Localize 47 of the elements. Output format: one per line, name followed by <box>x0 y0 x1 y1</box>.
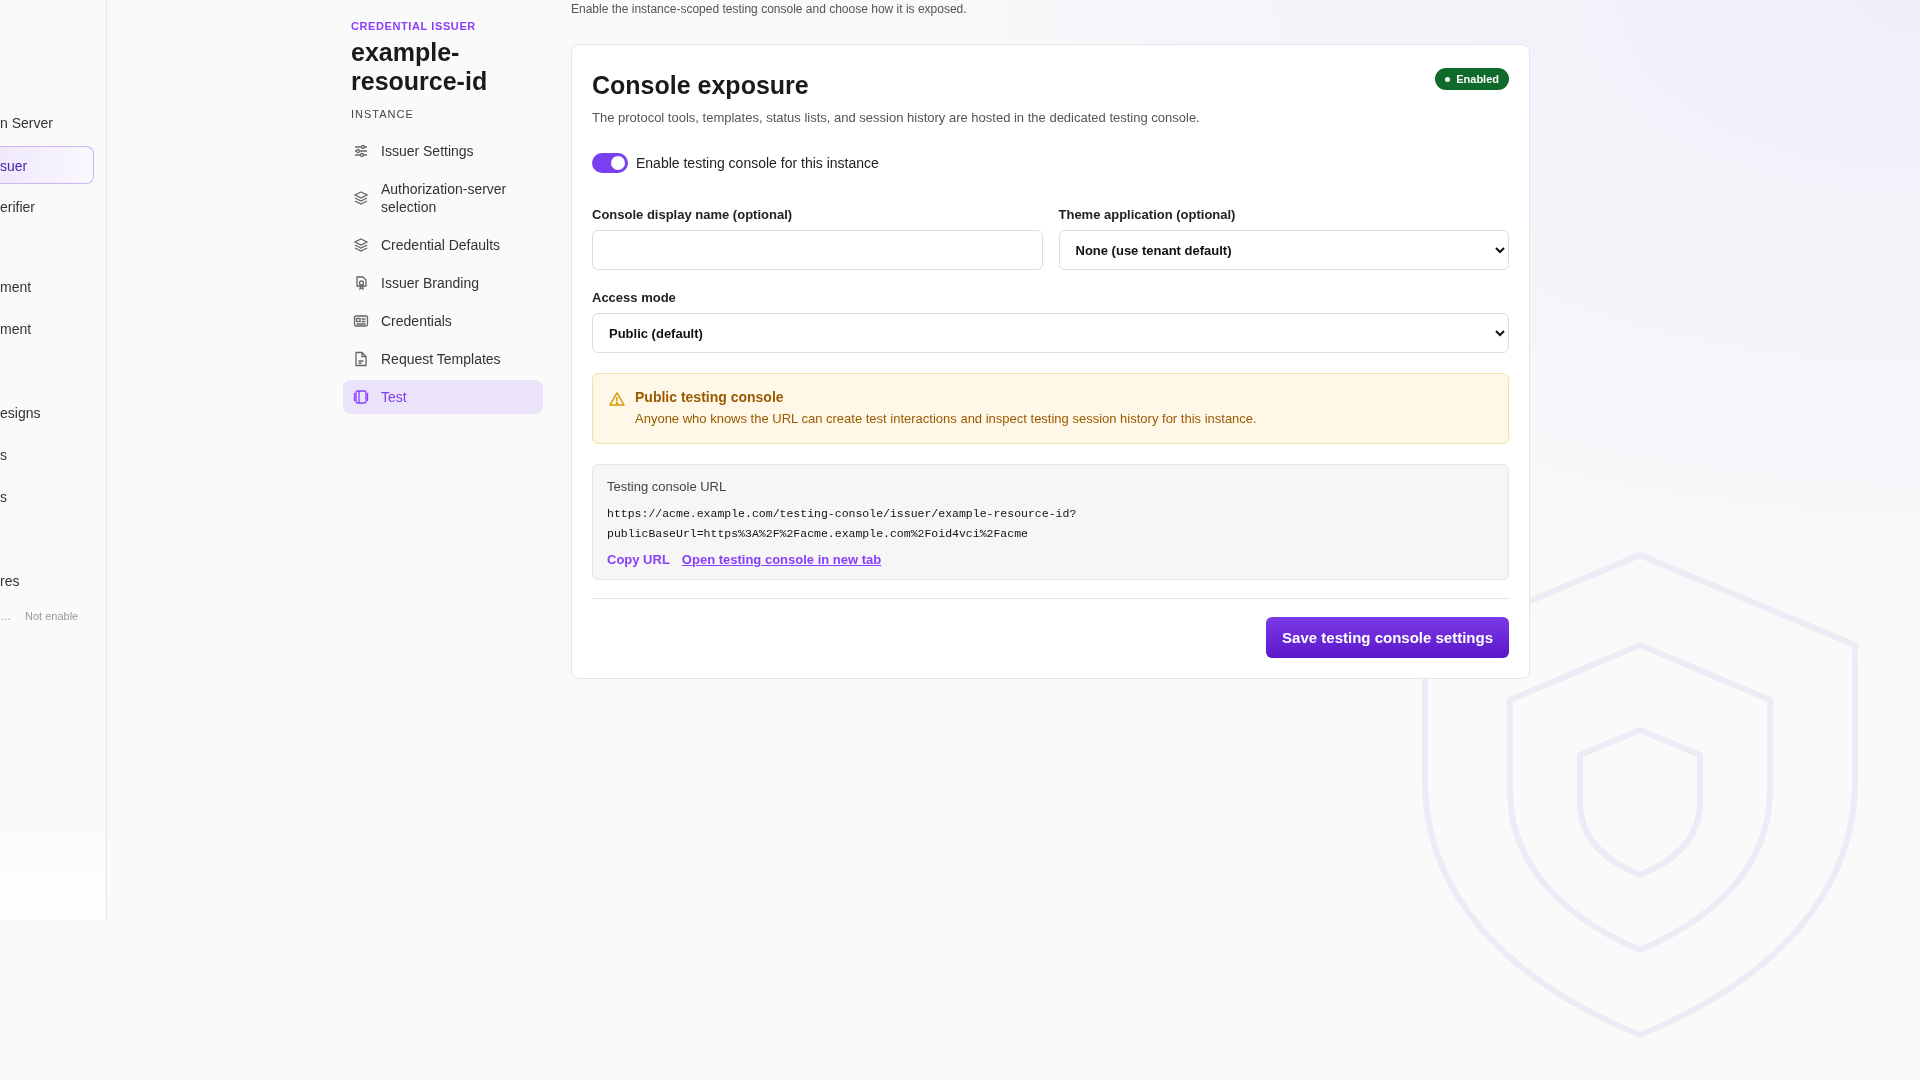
document-icon <box>353 351 369 367</box>
sidebar-item[interactable]: res <box>0 568 106 594</box>
input-field[interactable] <box>592 230 1043 270</box>
sidebar-item[interactable]: ment <box>0 316 106 342</box>
layers-icon <box>353 190 369 206</box>
open-link[interactable]: Open testing console in new tab <box>681 552 882 567</box>
field-label: Console display name (optional) <box>592 207 794 222</box>
layers-icon <box>353 237 369 253</box>
sidebar-item[interactable]: n Server <box>0 110 106 136</box>
badge-icon <box>353 275 369 291</box>
id-card-icon <box>353 313 369 329</box>
status-text: Not enable <box>25 610 79 622</box>
section-label: INSTANCE <box>350 108 415 120</box>
alert-message: Anyone who knows the URL can create test interactions and inspect testing session history for this instance. <box>635 411 1257 426</box>
nav-item[interactable]: Test <box>343 380 543 414</box>
page-subtitle: Enable the instance-scoped testing console and choose how it is exposed. <box>571 2 968 16</box>
field-label: Access mode <box>592 290 677 305</box>
sidebar-item[interactable]: esigns <box>0 400 106 426</box>
copy-link[interactable]: Copy URL <box>607 552 670 567</box>
warning-icon <box>609 391 625 407</box>
section-eyebrow: CREDENTIAL ISSUER <box>350 20 477 32</box>
sidebar-item[interactable]: s <box>0 442 106 468</box>
save-button[interactable]: Save testing console settings <box>1266 617 1509 658</box>
toggle-label: Enable testing console for this instance <box>636 155 879 171</box>
nav-item[interactable]: Issuer Settings <box>343 134 543 168</box>
toggle-switch[interactable] <box>592 153 628 173</box>
nav-item[interactable]: Authorization-server selection <box>343 172 543 224</box>
sidebar-item[interactable]: erifier <box>0 194 106 220</box>
nav-item[interactable]: Credential Defaults <box>343 228 543 262</box>
sidebar-item[interactable]: ment <box>0 274 106 300</box>
select-field[interactable]: Public (default) <box>592 313 1509 353</box>
nav-item[interactable]: Credentials <box>343 304 543 338</box>
status-badge: Enabled <box>1435 68 1509 90</box>
select-field[interactable]: None (use tenant default) <box>1058 230 1509 270</box>
nav-item[interactable]: Request Templates <box>343 342 543 376</box>
url-text: https://acme.example.com/testing-console/issuer/example-resource-id? publicBaseUrl=https%3A%2F%2Facme.example.com%2Foid4vci%2Facme <box>607 506 1078 542</box>
sliders-icon <box>353 143 369 159</box>
field-label: Theme application (optional) <box>1058 207 1237 222</box>
nav-item[interactable]: Issuer Branding <box>343 266 543 300</box>
card-description: The protocol tools, templates, status lists, and session history are hosted in the dedicated testing console. <box>592 110 1201 125</box>
sidebar-item[interactable]: s <box>0 484 106 510</box>
resource-title: example-resource-id <box>350 38 489 96</box>
url-label: Testing console URL <box>607 479 728 494</box>
frame-icon <box>353 389 369 405</box>
sidebar-item[interactable]: suer <box>0 146 94 184</box>
card-title: Console exposure <box>592 71 809 100</box>
alert-title: Public testing console <box>635 389 785 405</box>
